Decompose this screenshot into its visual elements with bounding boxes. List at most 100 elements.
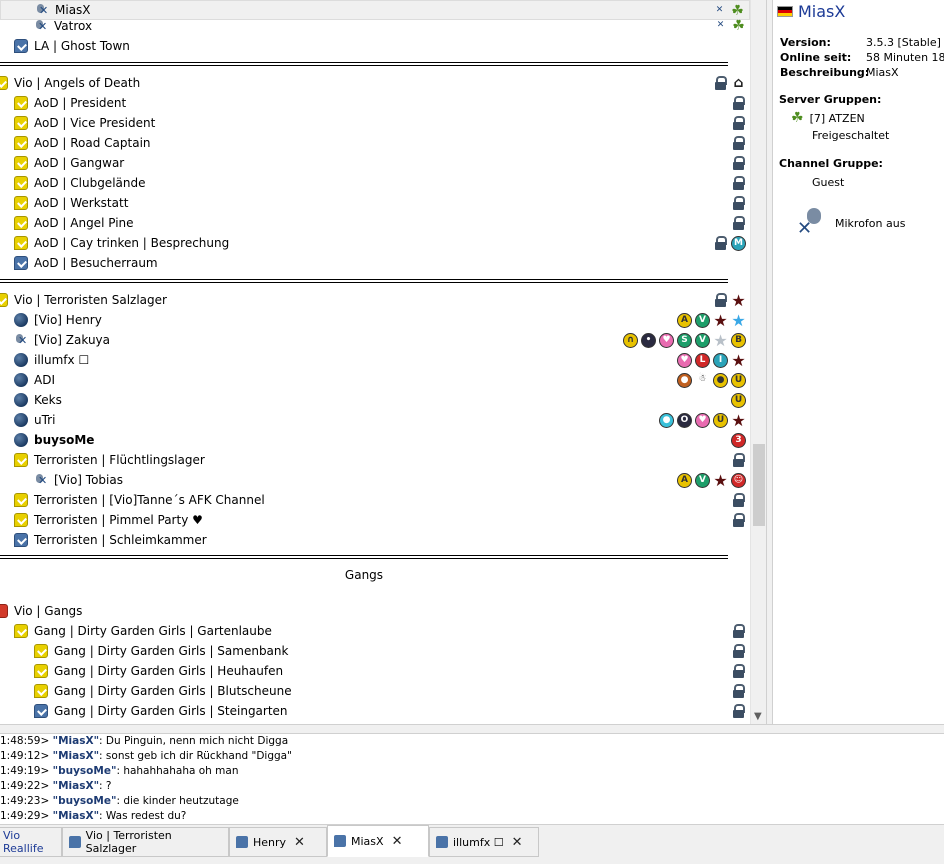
lock-icon	[731, 156, 746, 171]
chat-tab[interactable]: MiasX ✕	[327, 825, 429, 857]
chat-nick[interactable]: "MiasX"	[53, 810, 99, 822]
mic-off-icon	[14, 333, 28, 347]
channel-tree[interactable]: MiasX✕☘Vatrox✕☘LA | Ghost TownVio | Ange…	[0, 0, 766, 724]
face-icon: ☺	[731, 473, 746, 488]
chat-nick[interactable]: "MiasX"	[53, 780, 99, 792]
channel-row[interactable]: AoD | Vice President	[0, 113, 750, 133]
vertical-splitter[interactable]	[766, 0, 773, 724]
channel-row[interactable]: AoD | Werkstatt	[0, 193, 750, 213]
row-badges	[731, 116, 746, 131]
client-row[interactable]: [Vio] Zakuya ∩•♥SV★B	[0, 330, 750, 350]
row-label: Gang | Dirty Garden Girls | Gartenlaube	[34, 624, 272, 638]
row-label: ADI	[34, 373, 55, 387]
row-label: AoD | Gangwar	[34, 156, 125, 170]
chat-nick[interactable]: "MiasX"	[53, 735, 99, 747]
chat-nick[interactable]: "MiasX"	[53, 750, 99, 762]
lock-icon	[713, 236, 728, 251]
version-row: Version:3.5.3 [Stable] W	[780, 36, 944, 49]
row-label: AoD | Road Captain	[34, 136, 151, 150]
close-icon[interactable]: ✕	[392, 834, 403, 849]
channel-row[interactable]: AoD | Clubgelände	[0, 173, 750, 193]
scrollbar-thumb[interactable]	[753, 444, 765, 526]
pink-badge-icon: ♥	[659, 333, 674, 348]
channel-row[interactable]: AoD | Besucherraum	[0, 253, 750, 273]
chat-text: : Was redest du?	[99, 810, 187, 822]
row-badges: ★	[713, 293, 746, 309]
channel-row[interactable]: Vio | Terroristen Salzlager ★	[0, 290, 750, 310]
heart-icon: ♥	[695, 413, 710, 428]
row-label: [Vio] Tobias	[54, 473, 123, 487]
chat-nick[interactable]: "buysoMe"	[53, 795, 117, 807]
channel-row[interactable]: Terroristen | [Vio]Tanne´s AFK Channel	[0, 490, 750, 510]
chat-tab[interactable]: illumfx ☐ ✕	[429, 827, 539, 857]
channel-icon	[14, 176, 28, 190]
channel-row[interactable]: AoD | Road Captain	[0, 133, 750, 153]
row-badges: ∩ • ♥ S V ★ B	[623, 333, 746, 349]
channel-row[interactable]: Vio | Angels of Death ⌂	[0, 73, 750, 93]
client-row[interactable]: illumfx ☐ ♥ L I ★	[0, 350, 750, 370]
row-badges: ✕ ☘	[713, 19, 746, 34]
channel-row[interactable]: Terroristen | Pimmel Party ♥	[0, 510, 750, 530]
star-icon: ★	[731, 411, 746, 430]
tab-label: Vio Reallife	[3, 829, 44, 855]
row-badges	[731, 684, 746, 699]
channel-row[interactable]: Terroristen | Flüchtlingslager	[0, 450, 750, 470]
row-label: AoD | Werkstatt	[34, 196, 129, 210]
leaf-icon: ☘	[732, 18, 745, 34]
channel-row[interactable]: LA | Ghost Town	[0, 36, 750, 56]
scroll-down-arrow-icon[interactable]: ▼	[754, 711, 762, 722]
channel-row[interactable]: AoD | President	[0, 93, 750, 113]
chat-nick[interactable]: "buysoMe"	[53, 765, 117, 777]
chat-tab[interactable]: Vio Reallife	[0, 827, 62, 857]
row-label: [Vio] Zakuya	[34, 333, 111, 347]
channel-open-icon	[14, 39, 28, 53]
channel-row[interactable]: Gang | Dirty Garden Girls | Heuhaufen	[0, 661, 750, 681]
client-row[interactable]: Keks U	[0, 390, 750, 410]
client-row[interactable]: [Vio] Tobias AV★☺	[0, 470, 750, 490]
channel-row[interactable]: AoD | Angel Pine	[0, 213, 750, 233]
client-row[interactable]: ADI ● ☃ ● U	[0, 370, 750, 390]
client-row[interactable]: uTri ● O ♥ U ★	[0, 410, 750, 430]
client-row[interactable]: buysoMe 3	[0, 430, 750, 450]
info-header: MiasX	[777, 2, 845, 21]
row-badges: M	[713, 236, 746, 251]
server-group-item: ☘ [7] ATZEN	[791, 110, 865, 126]
divider	[0, 279, 728, 283]
row-badges	[731, 644, 746, 659]
mic-off-icon: ✕	[716, 20, 725, 30]
channel-row[interactable]: AoD | Cay trinken | Besprechung M	[0, 233, 750, 253]
tree-scrollbar[interactable]: ▼	[750, 0, 766, 724]
chat-tab[interactable]: Henry ✕	[229, 827, 327, 857]
channel-icon	[34, 684, 48, 698]
row-badges	[731, 493, 746, 508]
row-label: Gang | Dirty Garden Girls | Heuhaufen	[54, 664, 284, 678]
lock-icon	[731, 216, 746, 231]
lock-icon	[731, 116, 746, 131]
row-label: uTri	[34, 413, 56, 427]
badge-i-icon: I	[713, 353, 728, 368]
chat-timestamp: 1:49:12>	[0, 750, 53, 762]
row-badges: ● O ♥ U ★	[659, 411, 746, 430]
channel-tab-icon	[69, 836, 81, 848]
chat-message: 1:49:23> "buysoMe": die kinder heutzutag…	[0, 794, 944, 809]
close-icon[interactable]: ✕	[294, 835, 305, 850]
channel-icon	[14, 156, 28, 170]
row-label: AoD | Clubgelände	[34, 176, 146, 190]
channel-full-icon	[0, 604, 8, 618]
badge-u-icon: U	[731, 373, 746, 388]
close-icon[interactable]: ✕	[512, 835, 523, 850]
channel-row[interactable]: Gang | Dirty Garden Girls | Gartenlaube	[0, 621, 750, 641]
client-row[interactable]: [Vio] Henry A V ★ ★	[0, 310, 750, 330]
channel-row[interactable]: Vio | Gangs	[0, 601, 750, 621]
client-row[interactable]: Vatrox✕☘	[0, 16, 750, 36]
row-label: Keks	[34, 393, 62, 407]
channel-row[interactable]: Gang | Dirty Garden Girls | Steingarten	[0, 701, 750, 721]
chat-tab[interactable]: Vio | Terroristen Salzlager	[62, 827, 229, 857]
channel-row[interactable]: Gang | Dirty Garden Girls | Samenbank	[0, 641, 750, 661]
channel-icon	[14, 216, 28, 230]
row-badges	[731, 196, 746, 211]
horizontal-splitter[interactable]	[0, 724, 944, 734]
channel-row[interactable]: AoD | Gangwar	[0, 153, 750, 173]
chat-timestamp: 1:48:59>	[0, 735, 53, 747]
channel-row[interactable]: Gang | Dirty Garden Girls | Blutscheune	[0, 681, 750, 701]
